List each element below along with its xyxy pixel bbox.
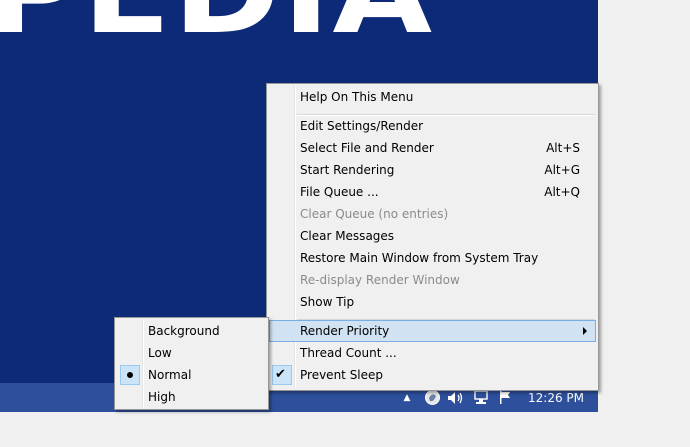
menu-item-label: Normal: [148, 368, 192, 382]
menu-item-show-tip[interactable]: Show Tip: [269, 291, 596, 313]
menu-item-thread-count[interactable]: Thread Count ...: [269, 342, 596, 364]
priority-item-normal[interactable]: Normal: [117, 364, 266, 386]
context-menu: Help On This Menu Edit Settings/Render S…: [266, 83, 599, 391]
menu-item-label: Clear Queue (no entries): [300, 207, 449, 221]
menu-item-shortcut: Alt+S: [546, 141, 580, 155]
menu-item-edit-settings[interactable]: Edit Settings/Render: [269, 115, 596, 137]
menu-item-label: Prevent Sleep: [300, 368, 384, 382]
menu-item-label: Help On This Menu: [300, 90, 414, 104]
menu-item-label: Clear Messages: [300, 229, 395, 243]
menu-item-clear-queue: Clear Queue (no entries): [269, 203, 596, 225]
menu-item-select-file-and-render[interactable]: Select File and Render Alt+S: [269, 137, 596, 159]
menu-item-label: Show Tip: [300, 295, 355, 309]
menu-item-label: File Queue ...: [300, 185, 379, 199]
menu-item-label: Start Rendering: [300, 163, 395, 177]
checkmark-icon: ✔: [275, 367, 286, 382]
menu-item-label: Restore Main Window from System Tray: [300, 251, 539, 265]
menu-item-label: Edit Settings/Render: [300, 119, 424, 133]
desktop-brand-text: PEDIA: [0, 0, 434, 50]
render-priority-submenu: Background Low Normal High: [114, 317, 269, 410]
priority-item-low[interactable]: Low: [117, 342, 266, 364]
menu-item-restore-main-window[interactable]: Restore Main Window from System Tray: [269, 247, 596, 269]
menu-item-help[interactable]: Help On This Menu: [269, 86, 596, 108]
menu-item-shortcut: Alt+Q: [544, 185, 580, 199]
menu-item-label: Background: [148, 324, 220, 338]
priority-item-background[interactable]: Background: [117, 320, 266, 342]
menu-item-label: Render Priority: [300, 324, 390, 338]
menu-item-file-queue[interactable]: File Queue ... Alt+Q: [269, 181, 596, 203]
menu-item-shortcut: Alt+G: [544, 163, 580, 177]
radio-dot-icon: [127, 372, 133, 378]
menu-item-label: Thread Count ...: [300, 346, 397, 360]
menu-item-render-priority[interactable]: Render Priority: [269, 320, 596, 342]
menu-item-label: Low: [148, 346, 172, 360]
priority-item-high[interactable]: High: [117, 386, 266, 408]
menu-item-label: High: [148, 390, 176, 404]
menu-item-redisplay-render-window: Re-display Render Window: [269, 269, 596, 291]
menu-item-clear-messages[interactable]: Clear Messages: [269, 225, 596, 247]
menu-item-label: Re-display Render Window: [300, 273, 460, 287]
menu-item-label: Select File and Render: [300, 141, 434, 155]
menu-item-prevent-sleep[interactable]: ✔ Prevent Sleep: [269, 364, 596, 386]
menu-item-start-rendering[interactable]: Start Rendering Alt+G: [269, 159, 596, 181]
submenu-arrow-icon: [583, 327, 587, 335]
